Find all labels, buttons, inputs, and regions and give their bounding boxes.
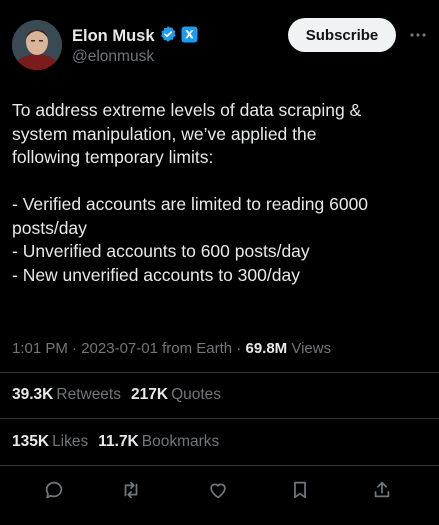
quotes-count: 217K [131, 386, 169, 403]
retweets-label: Retweets [56, 386, 121, 403]
retweet-icon[interactable] [117, 476, 145, 504]
tweet-line: following temporary limits: [12, 147, 214, 167]
likes-count: 135K [12, 433, 50, 450]
tweet-source: from Earth [157, 340, 233, 357]
reply-icon[interactable] [40, 476, 68, 504]
stats-row-reposts: 39.3K Retweets 217K Quotes [12, 386, 221, 404]
tweet-line: posts/day [12, 217, 87, 238]
subscribe-button[interactable]: Subscribe [288, 18, 396, 52]
share-icon[interactable] [368, 476, 396, 504]
tweet-text: To address extreme levels of data scrapi… [12, 99, 427, 287]
tweet-line: - Unverified accounts to 600 posts/day [12, 241, 310, 261]
tweet-line: - New unverified accounts to 300/day [12, 264, 300, 285]
bookmarks-count: 11.7K [98, 433, 139, 450]
bookmarks-stat[interactable]: 11.7K Bookmarks [98, 433, 219, 451]
meta-separator: · [67, 340, 82, 357]
stats-row-likes: 135K Likes 11.7K Bookmarks [12, 433, 219, 451]
retweets-count: 39.3K [12, 386, 54, 403]
tweet-card: Elon Musk @elonmusk Subscribe To address… [0, 0, 439, 525]
tweet-date[interactable]: 2023-07-01 [81, 340, 158, 357]
author-handle[interactable]: @elonmusk [72, 48, 154, 66]
quotes-stat[interactable]: 217K Quotes [131, 386, 221, 404]
author-name-row: Elon Musk [72, 25, 198, 48]
divider [0, 418, 439, 419]
verified-badge-icon [159, 25, 177, 48]
views-count: 69.8M [245, 340, 288, 357]
divider [0, 372, 439, 373]
action-bar [0, 472, 439, 508]
author-name[interactable]: Elon Musk [72, 27, 155, 46]
views-label: Views [287, 340, 332, 357]
likes-label: Likes [52, 433, 89, 450]
bookmark-icon[interactable] [286, 476, 314, 504]
quotes-label: Quotes [171, 386, 222, 403]
more-horizontal-icon[interactable] [404, 18, 432, 52]
tweet-line: system manipulation, we’ve applied the [12, 123, 317, 144]
tweet-line: To address extreme levels of data scrapi… [12, 100, 362, 120]
bookmarks-label: Bookmarks [141, 433, 220, 450]
like-icon[interactable] [204, 476, 232, 504]
tweet-line: - Verified accounts are limited to readi… [12, 194, 369, 214]
meta-separator: · [232, 340, 246, 357]
retweets-stat[interactable]: 39.3K Retweets [12, 386, 121, 404]
x-affiliation-icon [181, 26, 198, 48]
tweet-meta: 1:01 PM · 2023-07-01 from Earth · 69.8M … [12, 340, 331, 357]
avatar[interactable] [12, 20, 62, 70]
tweet-time[interactable]: 1:01 PM [12, 340, 68, 357]
divider [0, 465, 439, 466]
likes-stat[interactable]: 135K Likes [12, 433, 88, 451]
